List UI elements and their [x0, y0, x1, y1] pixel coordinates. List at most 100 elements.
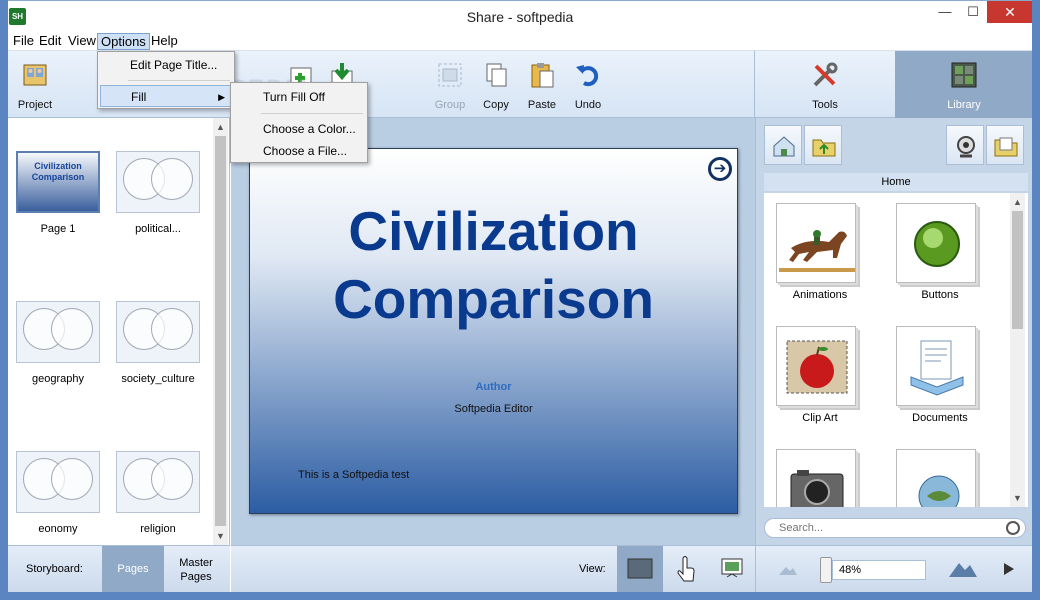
play-icon[interactable] [1002, 561, 1016, 577]
menu-choose-file[interactable]: Choose a File... [233, 140, 365, 162]
library-scroll-thumb[interactable] [1012, 211, 1023, 329]
page-label-6: religion [140, 523, 176, 535]
library-inner: Library [939, 55, 989, 115]
slide-title-line1: Civilization [348, 200, 639, 262]
menu-turn-fill-off[interactable]: Turn Fill Off [233, 86, 365, 108]
view-present-button[interactable] [709, 546, 755, 593]
zoom-slider-handle[interactable] [820, 557, 832, 583]
scroll-up-icon[interactable]: ▲ [213, 120, 228, 134]
library-webcam-button[interactable] [946, 125, 984, 165]
slide-author-label[interactable]: Author [250, 381, 737, 393]
library-panel: Home Animations Buttons Clip Art Documen… [755, 118, 1032, 545]
paste-icon [528, 61, 556, 89]
menu-view[interactable]: View [65, 33, 99, 50]
menu-help[interactable]: Help [148, 33, 181, 50]
tools-icon [811, 61, 839, 89]
edit-view-icon [627, 558, 653, 579]
page-thumb-1[interactable]: Civilization Comparison [16, 151, 100, 213]
library-scrollbar[interactable]: ▲ ▼ [1010, 193, 1025, 507]
group-label: Group [434, 99, 466, 111]
project-label: Project [17, 99, 53, 111]
paste-button[interactable]: Paste [517, 55, 567, 115]
tools-button[interactable]: Tools [800, 55, 850, 115]
venn-right [151, 308, 193, 350]
tab-master-pages[interactable]: Master Pages [170, 556, 222, 584]
documents-label: Documents [912, 412, 968, 424]
menu-fill-label: Fill [131, 90, 147, 104]
library-item-clip-art[interactable]: Clip Art [770, 320, 870, 424]
menu-options[interactable]: Options [97, 33, 150, 50]
clipart-thumb [776, 326, 856, 406]
zoom-in-icon[interactable] [948, 557, 978, 579]
scroll-down-icon[interactable]: ▼ [213, 529, 228, 543]
menu-separator [261, 113, 363, 114]
buttons-label: Buttons [921, 289, 959, 301]
view-edit-button[interactable] [617, 546, 663, 593]
menu-edit[interactable]: Edit [36, 33, 64, 50]
menu-edit-page-title[interactable]: Edit Page Title... [100, 54, 232, 76]
menu-choose-color[interactable]: Choose a Color... [233, 118, 365, 140]
webcam-icon [957, 136, 975, 158]
library-item-documents[interactable]: Documents [890, 320, 990, 424]
venn-right [51, 458, 93, 500]
slide-title[interactable]: Civilization Comparison [250, 197, 737, 333]
undo-button[interactable]: Undo [563, 55, 613, 115]
copy-icon [482, 61, 510, 89]
horse-icon [779, 230, 855, 272]
documents-thumb [896, 326, 976, 406]
library-item-photos[interactable] [770, 443, 870, 507]
web-thumb [896, 449, 976, 507]
library-search[interactable] [764, 518, 1026, 538]
globe-icon [918, 475, 960, 507]
animations-thumb [776, 203, 856, 283]
library-item-animations[interactable]: Animations [770, 197, 870, 301]
close-button[interactable]: ✕ [987, 1, 1033, 23]
hand-pointer-icon [677, 556, 695, 582]
project-icon [21, 61, 49, 89]
apple-icon [786, 340, 848, 394]
view-browse-button[interactable] [663, 546, 709, 593]
page-thumb-3[interactable] [16, 301, 100, 363]
search-input[interactable] [779, 521, 999, 535]
pages-scroll-thumb[interactable] [215, 136, 226, 526]
page-thumb-4[interactable] [116, 301, 200, 363]
buttons-thumb [896, 203, 976, 283]
copy-button[interactable]: Copy [471, 55, 521, 115]
library-item-buttons[interactable]: Buttons [890, 197, 990, 301]
photos-thumb [776, 449, 856, 507]
group-button[interactable]: Group [425, 55, 475, 115]
page-thumb-2[interactable] [116, 151, 200, 213]
submenu-arrow-icon: ▶ [218, 92, 225, 102]
zoom-out-icon[interactable] [778, 561, 798, 577]
library-button[interactable]: Library [895, 51, 1033, 118]
tools-label: Tools [812, 99, 838, 111]
menu-fill[interactable]: Fill ▶ [100, 85, 232, 107]
scroll-up-icon[interactable]: ▲ [1010, 195, 1025, 209]
search-icon[interactable] [1006, 521, 1020, 535]
folder-up-icon [812, 139, 836, 157]
page-thumbnails-panel: Civilization Comparison Page 1 political… [8, 118, 230, 545]
venn-right [51, 308, 93, 350]
minimize-button[interactable]: — [931, 1, 959, 23]
slide-canvas[interactable]: ➔ Civilization Comparison Author Softped… [249, 148, 738, 514]
library-item-web[interactable] [890, 443, 990, 507]
zoom-value[interactable]: 48% [832, 560, 926, 580]
next-arrow-icon[interactable]: ➔ [708, 157, 732, 181]
tab-pages[interactable]: Pages [102, 546, 164, 593]
zoom-bar: 48% [755, 545, 1032, 592]
slide-note[interactable]: This is a Softpedia test [298, 469, 409, 481]
scroll-down-icon[interactable]: ▼ [1010, 491, 1025, 505]
toolbar-panel-switch: Tools Library [754, 51, 1033, 118]
maximize-button[interactable]: ☐ [959, 1, 987, 23]
library-open-folder-button[interactable] [986, 125, 1024, 165]
library-up-folder-button[interactable] [804, 125, 842, 165]
page-thumb-6[interactable] [116, 451, 200, 513]
pages-scrollbar[interactable]: ▲ ▼ [213, 118, 228, 545]
window-title: Share - softpedia [466, 9, 574, 25]
menu-file[interactable]: File [10, 33, 37, 50]
project-button[interactable]: Project [10, 55, 60, 115]
library-home-button[interactable] [764, 125, 802, 165]
options-menu: Edit Page Title... Fill ▶ [97, 51, 235, 109]
slide-author-name[interactable]: Softpedia Editor [250, 403, 737, 415]
page-thumb-5[interactable] [16, 451, 100, 513]
